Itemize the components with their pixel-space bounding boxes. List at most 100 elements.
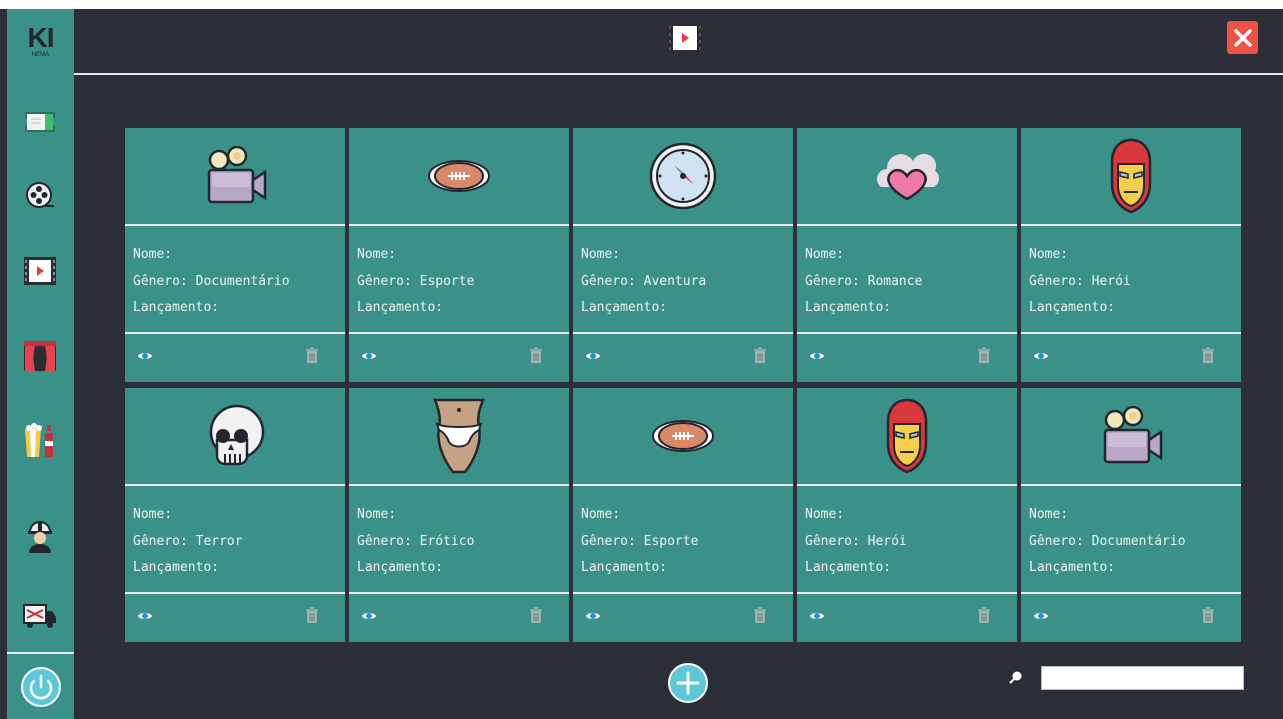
delete-button[interactable] (1201, 346, 1215, 364)
film-card-info: Nome: Gênero: Documentário Lançamento: (133, 242, 290, 322)
film-name-label: Nome: (357, 247, 397, 262)
iron-mask-icon (886, 398, 928, 474)
film-name-label: Nome: (133, 247, 173, 262)
delete-button[interactable] (305, 606, 319, 624)
nav-employees[interactable] (23, 519, 57, 553)
film-name-label: Nome: (133, 507, 173, 522)
film-card: Nome: Gênero: Herói Lançamento: (797, 388, 1017, 642)
film-card-actions (349, 592, 569, 642)
film-card-info: Nome: Gênero: Romance Lançamento: (805, 242, 922, 322)
eye-icon (586, 353, 600, 359)
view-button[interactable] (585, 348, 601, 364)
film-card-actions (797, 332, 1017, 382)
trash-icon (754, 607, 766, 623)
nav-snacks[interactable] (23, 423, 57, 458)
delete-button[interactable] (753, 346, 767, 364)
trash-icon (306, 347, 318, 363)
power-button[interactable] (7, 652, 74, 719)
view-button[interactable] (1033, 348, 1049, 364)
film-card: Nome: Gênero: Terror Lançamento: (125, 388, 345, 642)
film-reel-icon (26, 182, 54, 208)
view-button[interactable] (137, 608, 153, 624)
trash-icon (530, 347, 542, 363)
view-button[interactable] (809, 348, 825, 364)
film-card-image (573, 388, 793, 486)
eye-icon (138, 353, 152, 359)
nav-sessions[interactable] (23, 254, 57, 288)
view-button[interactable] (585, 608, 601, 624)
film-release-label: Lançamento: (1029, 300, 1116, 315)
eye-icon (1034, 353, 1048, 359)
app-window: KI NEMA Nome: Gênero: Documentário Lança… (0, 9, 1283, 719)
film-release-label: Lançamento: (357, 300, 444, 315)
film-card: Nome: Gênero: Esporte Lançamento: (573, 388, 793, 642)
film-card-info: Nome: Gênero: Herói Lançamento: (805, 502, 907, 582)
film-name-label: Nome: (1029, 247, 1069, 262)
film-card: Nome: Gênero: Herói Lançamento: (1021, 128, 1241, 382)
app-logo: KI NEMA (7, 9, 74, 74)
film-card-info: Nome: Gênero: Herói Lançamento: (1029, 242, 1131, 322)
delete-button[interactable] (977, 346, 991, 364)
football-icon (652, 420, 714, 452)
nav-rooms[interactable] (23, 339, 57, 373)
film-card-actions (1021, 592, 1241, 642)
eye-icon (810, 353, 824, 359)
nav-films[interactable] (23, 179, 57, 213)
delete-button[interactable] (529, 606, 543, 624)
trash-icon (1202, 347, 1214, 363)
film-genre-label: Gênero: Documentário (133, 273, 290, 289)
film-card: Nome: Gênero: Documentário Lançamento: (1021, 388, 1241, 642)
delete-button[interactable] (529, 346, 543, 364)
film-card-image (573, 128, 793, 226)
delete-button[interactable] (753, 606, 767, 624)
camera-icon (207, 146, 267, 204)
delete-button[interactable] (977, 606, 991, 624)
close-button[interactable] (1227, 21, 1258, 54)
delete-button[interactable] (305, 346, 319, 364)
film-genre-label: Gênero: Herói (805, 533, 907, 549)
power-icon (20, 666, 61, 707)
film-card: Nome: Gênero: Documentário Lançamento: (125, 128, 345, 382)
nav-suppliers[interactable] (23, 599, 57, 633)
film-genre-label: Gênero: Erótico (357, 533, 475, 549)
film-card-actions (125, 592, 345, 642)
logo-main: KI (27, 21, 55, 53)
film-release-label: Lançamento: (805, 300, 892, 315)
add-film-button[interactable] (668, 663, 708, 703)
nav-tickets[interactable] (23, 105, 57, 139)
view-button[interactable] (361, 348, 377, 364)
film-card-info: Nome: Gênero: Esporte Lançamento: (581, 502, 698, 582)
film-genre-label: Gênero: Romance (805, 273, 923, 289)
logo-sub: NEMA (31, 51, 50, 58)
truck-icon (23, 604, 56, 628)
film-card-image (797, 388, 1017, 486)
film-card-info: Nome: Gênero: Esporte Lançamento: (357, 242, 474, 322)
football-icon (428, 160, 490, 192)
view-button[interactable] (137, 348, 153, 364)
delete-button[interactable] (1201, 606, 1215, 624)
view-button[interactable] (1033, 608, 1049, 624)
film-card-image (349, 128, 569, 226)
film-card-actions (349, 332, 569, 382)
trash-icon (978, 607, 990, 623)
film-card: Nome: Gênero: Esporte Lançamento: (349, 128, 569, 382)
film-card-image (125, 128, 345, 226)
close-icon (1233, 28, 1252, 47)
search-input[interactable] (1041, 666, 1244, 690)
film-card: Nome: Gênero: Aventura Lançamento: (573, 128, 793, 382)
film-play-icon (24, 257, 56, 285)
view-button[interactable] (361, 608, 377, 624)
camera-icon (1103, 406, 1163, 464)
film-card-image (1021, 128, 1241, 226)
film-card-info: Nome: Gênero: Terror Lançamento: (133, 502, 243, 582)
eye-icon (810, 613, 824, 619)
trash-icon (530, 607, 542, 623)
eye-icon (362, 613, 376, 619)
trash-icon (978, 347, 990, 363)
film-genre-label: Gênero: Aventura (581, 273, 707, 289)
view-button[interactable] (809, 608, 825, 624)
film-card-actions (797, 592, 1017, 642)
film-card-image (349, 388, 569, 486)
theater-curtain-icon (24, 341, 56, 371)
film-release-label: Lançamento: (581, 560, 668, 575)
